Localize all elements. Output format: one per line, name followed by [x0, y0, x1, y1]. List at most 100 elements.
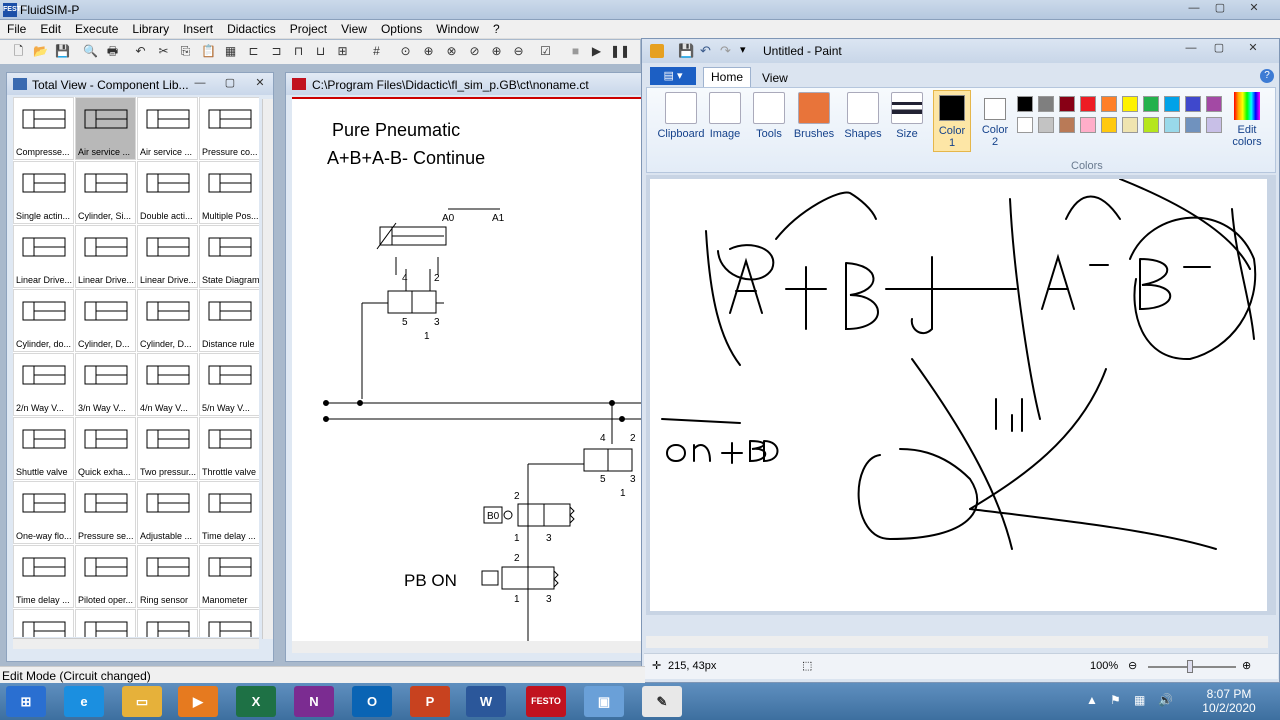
palette-swatch[interactable] [1185, 117, 1201, 133]
computer-taskbar-icon[interactable]: ▣ [584, 686, 624, 717]
paint-close-button[interactable]: ✕ [1242, 42, 1264, 57]
library-item[interactable] [75, 609, 136, 637]
library-item[interactable]: Cylinder, D... [137, 289, 198, 352]
zoom-all-icon[interactable]: ⊘ [466, 43, 483, 60]
zoom-window-icon[interactable]: ⊕ [420, 43, 437, 60]
open-folder-icon[interactable]: 📂 [32, 43, 49, 60]
tab-view[interactable]: View [762, 71, 788, 85]
stop-icon[interactable]: ■ [567, 43, 584, 60]
palette-swatch[interactable] [1143, 96, 1159, 112]
library-item[interactable] [199, 609, 259, 637]
ie-taskbar-icon[interactable]: e [64, 686, 104, 717]
undo-icon[interactable]: ↶ [132, 43, 149, 60]
library-item[interactable]: Single actin... [13, 161, 74, 224]
cylinder-a-symbol[interactable] [376, 208, 500, 250]
tab-home[interactable]: Home [703, 67, 751, 87]
palette-swatch[interactable] [1017, 117, 1033, 133]
menu-project[interactable]: Project [283, 20, 334, 36]
library-item[interactable]: State Diagram [199, 225, 259, 288]
quick-undo-icon[interactable]: ↶ [700, 43, 711, 59]
select-all-icon[interactable]: ▦ [222, 43, 239, 60]
library-item[interactable]: 2/n Way V... [13, 353, 74, 416]
library-item[interactable]: Ring sensor [137, 545, 198, 608]
library-item[interactable]: Linear Drive... [13, 225, 74, 288]
print-preview-icon[interactable]: 🔍 [82, 43, 99, 60]
cut-icon[interactable]: ✂ [155, 43, 172, 60]
quick-save-icon[interactable]: 💾 [678, 43, 694, 59]
start-taskbar-icon[interactable]: ⊞ [6, 686, 46, 717]
library-item[interactable]: Pressure co... [199, 97, 259, 160]
palette-swatch[interactable] [1185, 96, 1201, 112]
library-item[interactable]: Pressure se... [75, 481, 136, 544]
size-group[interactable]: Size [891, 92, 923, 140]
library-vertical-scrollbar[interactable] [262, 99, 273, 639]
play-icon[interactable]: ▶ [588, 43, 605, 60]
library-item[interactable]: Double acti... [137, 161, 198, 224]
align-left-icon[interactable]: ⊏ [245, 43, 262, 60]
fluidsim-taskbar-icon[interactable]: FESTO [526, 686, 566, 717]
quick-access-dropdown-icon[interactable]: ▾ [740, 43, 746, 56]
library-item[interactable] [137, 609, 198, 637]
grid-icon[interactable]: # [368, 43, 385, 60]
zoom-out-button[interactable]: ⊖ [1128, 659, 1137, 672]
save-icon[interactable]: 💾 [54, 43, 71, 60]
outlook-taskbar-icon[interactable]: O [352, 686, 392, 717]
zoom-slider-thumb[interactable] [1187, 660, 1193, 673]
library-item[interactable]: Time delay ... [13, 545, 74, 608]
edit-colors-button[interactable]: Edit colors [1227, 92, 1267, 148]
valve-5-2-b-symbol[interactable] [527, 448, 633, 642]
menu-edit[interactable]: Edit [33, 20, 68, 36]
brushes-group[interactable]: Brushes [792, 92, 836, 140]
color1-button[interactable]: Color 1 [933, 90, 971, 152]
zoom-in-icon[interactable]: ⊕ [488, 43, 505, 60]
menu-view[interactable]: View [334, 20, 374, 36]
palette-swatch[interactable] [1038, 96, 1054, 112]
paint-horizontal-scrollbar[interactable] [646, 636, 1268, 648]
palette-swatch[interactable] [1059, 96, 1075, 112]
network-icon[interactable]: ▦ [1134, 693, 1145, 707]
paint-canvas[interactable] [650, 179, 1267, 611]
powerpoint-taskbar-icon[interactable]: P [410, 686, 450, 717]
palette-swatch[interactable] [1206, 96, 1222, 112]
menu-insert[interactable]: Insert [176, 20, 220, 36]
library-item[interactable]: Air service ... [137, 97, 198, 160]
paint-taskbar-icon[interactable]: ✎ [642, 686, 682, 717]
library-horizontal-scrollbar[interactable] [13, 638, 259, 649]
volume-icon[interactable]: 🔊 [1158, 693, 1173, 707]
align-bottom-icon[interactable]: ⊞ [334, 43, 351, 60]
print-icon[interactable]: 🖶 [104, 43, 121, 60]
library-item[interactable]: Cylinder, D... [75, 289, 136, 352]
menu-file[interactable]: File [0, 20, 33, 36]
library-item[interactable]: Two pressur... [137, 417, 198, 480]
library-item[interactable]: Linear Drive... [137, 225, 198, 288]
media-taskbar-icon[interactable]: ▶ [178, 686, 218, 717]
menu-options[interactable]: Options [374, 20, 429, 36]
zoom-previous-icon[interactable]: ⊗ [443, 43, 460, 60]
image-group[interactable]: Image [705, 92, 745, 140]
onenote-taskbar-icon[interactable]: N [294, 686, 334, 717]
circuit-canvas[interactable]: Pure Pneumatic A+B+A-B- Continue A0 A1 4… [292, 97, 644, 642]
library-maximize-button[interactable]: ▢ [219, 77, 241, 92]
library-item[interactable]: Cylinder, do... [13, 289, 74, 352]
paint-minimize-button[interactable]: — [1180, 42, 1202, 57]
library-item[interactable]: Manometer [199, 545, 259, 608]
library-item[interactable]: Throttle valve [199, 417, 259, 480]
palette-swatch[interactable] [1059, 117, 1075, 133]
library-item[interactable]: Time delay ... [199, 481, 259, 544]
palette-swatch[interactable] [1122, 117, 1138, 133]
library-item[interactable]: Multiple Pos... [199, 161, 259, 224]
align-center-icon[interactable]: ⊐ [268, 43, 285, 60]
color2-button[interactable]: Color 2 [977, 90, 1013, 152]
library-item[interactable]: Distance rule [199, 289, 259, 352]
new-file-icon[interactable]: 🗋 [10, 43, 27, 60]
library-item[interactable]: Quick exha... [75, 417, 136, 480]
palette-swatch[interactable] [1164, 96, 1180, 112]
push-button-valve-symbol[interactable] [481, 566, 559, 590]
library-item[interactable]: Shuttle valve [13, 417, 74, 480]
clipboard-group[interactable]: Clipboard [653, 92, 709, 140]
library-item[interactable]: Piloted oper... [75, 545, 136, 608]
zoom-fit-icon[interactable]: ⊙ [397, 43, 414, 60]
excel-taskbar-icon[interactable]: X [236, 686, 276, 717]
library-minimize-button[interactable]: — [189, 77, 211, 92]
menu-library[interactable]: Library [125, 20, 176, 36]
